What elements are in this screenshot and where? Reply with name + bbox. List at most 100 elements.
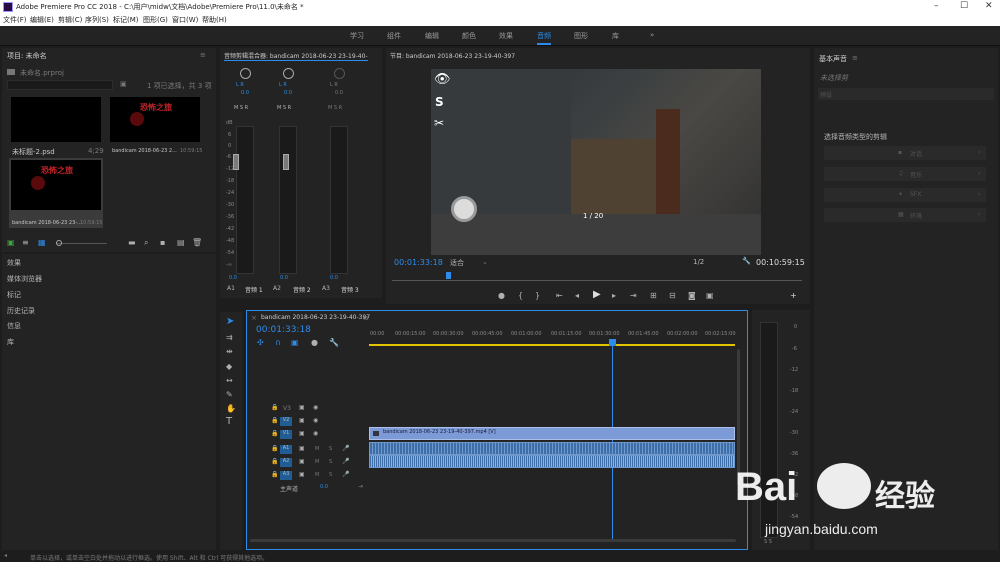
sync-lock-icon[interactable]: ▣ bbox=[299, 430, 305, 438]
track-h-scrollbar[interactable] bbox=[250, 539, 430, 542]
project-search-input[interactable] bbox=[7, 80, 113, 90]
sync-lock-icon[interactable]: ▣ bbox=[299, 404, 305, 412]
menu-edit[interactable]: 编辑(E) bbox=[30, 15, 54, 25]
lock-icon[interactable]: 🔒 bbox=[271, 430, 278, 438]
mute-button[interactable]: M bbox=[315, 459, 319, 465]
panel-menu-icon[interactable]: ≡ bbox=[852, 54, 858, 62]
project-item-sequence[interactable]: 恐怖之旅 bbox=[11, 160, 101, 210]
timeline-menu-icon[interactable]: ≡ bbox=[363, 314, 369, 322]
type-dialogue-button[interactable]: ▪ 对话 › bbox=[824, 146, 986, 160]
ws-learn[interactable]: 学习 bbox=[350, 31, 364, 41]
maximize-button[interactable]: ☐ bbox=[960, 1, 968, 11]
channel-msr[interactable]: M S R bbox=[328, 105, 342, 111]
project-item-psd[interactable] bbox=[11, 97, 101, 142]
menu-file[interactable]: 文件(F) bbox=[3, 15, 27, 25]
channel-msr[interactable]: M S R bbox=[277, 105, 291, 111]
eye-toggle-icon[interactable]: ◉ bbox=[313, 404, 318, 412]
solo-button[interactable]: S bbox=[329, 472, 332, 478]
ws-assembly[interactable]: 组件 bbox=[387, 31, 401, 41]
timeline-close-icon[interactable]: × bbox=[251, 314, 257, 322]
bin-icon[interactable]: ▬ bbox=[128, 239, 136, 247]
timeline-ruler[interactable]: 00:00 00:00:15:00 00:00:30:00 00:00:45:0… bbox=[369, 328, 737, 348]
preset-dropdown[interactable]: 预设 bbox=[818, 88, 994, 100]
new-item-icon[interactable]: ▤ bbox=[177, 239, 185, 247]
zoom-slider-handle[interactable] bbox=[56, 240, 62, 246]
panel-info[interactable]: 信息 bbox=[7, 321, 21, 331]
pan-knob-icon[interactable] bbox=[240, 68, 251, 79]
ws-color[interactable]: 颜色 bbox=[462, 31, 476, 41]
solo-button[interactable]: S bbox=[329, 459, 332, 465]
trash-icon[interactable]: 🗑 bbox=[192, 239, 202, 247]
fit-dropdown-chevron-icon[interactable]: ⌄ bbox=[482, 258, 488, 266]
mark-out-icon[interactable]: } bbox=[535, 292, 540, 300]
play-icon[interactable]: ▶ bbox=[593, 290, 601, 300]
go-to-out-icon[interactable]: ⇥ bbox=[630, 292, 637, 300]
mark-in-icon[interactable]: { bbox=[518, 292, 523, 300]
search-icon[interactable]: ⌕ bbox=[144, 239, 148, 247]
minimize-button[interactable]: – bbox=[934, 1, 939, 11]
lock-icon[interactable]: 🔒 bbox=[271, 458, 278, 466]
extract-icon[interactable]: ⊟ bbox=[669, 292, 676, 300]
program-scrub-bar[interactable] bbox=[392, 280, 802, 281]
project-item-video[interactable]: 恐怖之旅 bbox=[110, 97, 200, 142]
pen-tool-icon[interactable]: ✎ bbox=[226, 391, 233, 399]
slip-tool-icon[interactable]: ↔ bbox=[226, 377, 233, 385]
quality-dropdown[interactable]: 1/2 bbox=[693, 258, 704, 266]
type-ambience-button[interactable]: ▦ 环境 › bbox=[824, 208, 986, 222]
lock-icon[interactable]: ▣ bbox=[7, 239, 15, 247]
ws-more-button[interactable]: » bbox=[650, 31, 654, 39]
lock-icon[interactable]: 🔒 bbox=[271, 445, 278, 453]
ws-effects[interactable]: 效果 bbox=[499, 31, 513, 41]
timeline-timecode[interactable]: 00:01:33:18 bbox=[256, 325, 311, 335]
menu-window[interactable]: 窗口(W) bbox=[172, 15, 198, 25]
channel-fader[interactable] bbox=[283, 154, 289, 170]
wrench-icon[interactable]: 🔧 bbox=[742, 257, 751, 265]
sync-lock-icon[interactable]: ▣ bbox=[299, 458, 305, 466]
eye-toggle-icon[interactable]: ◉ bbox=[313, 430, 318, 438]
step-forward-icon[interactable]: ▸ bbox=[612, 292, 616, 300]
lock-icon[interactable]: 🔒 bbox=[271, 417, 278, 425]
settings-wrench-icon[interactable]: 🔧 bbox=[329, 339, 339, 347]
go-to-end-icon[interactable]: ⇥ bbox=[358, 483, 363, 490]
panel-menu-icon[interactable]: ≡ bbox=[200, 51, 206, 59]
compare-icon[interactable]: ▣ bbox=[706, 292, 714, 300]
video-clip[interactable]: bandicam 2018-06-23 23-19-40-397.mp4 [V] bbox=[369, 427, 735, 440]
program-playhead[interactable] bbox=[446, 272, 451, 279]
icon-view-icon[interactable]: ▦ bbox=[38, 239, 46, 247]
add-marker-icon[interactable]: ● bbox=[311, 339, 318, 347]
audio-clip-a1[interactable] bbox=[369, 442, 735, 455]
ws-audio[interactable]: 音频 bbox=[537, 31, 551, 45]
lift-icon[interactable]: ⊞ bbox=[650, 292, 657, 300]
panel-markers[interactable]: 标记 bbox=[7, 290, 21, 300]
fit-dropdown[interactable]: 适合 bbox=[450, 258, 464, 268]
panel-media-browser[interactable]: 媒体浏览器 bbox=[7, 274, 42, 284]
new-folder-icon[interactable]: ▪ bbox=[160, 239, 165, 247]
type-music-button[interactable]: ♫ 音乐 › bbox=[824, 167, 986, 181]
eye-toggle-icon[interactable]: ◉ bbox=[313, 417, 318, 425]
sync-lock-icon[interactable]: ▣ bbox=[299, 445, 305, 453]
nest-icon[interactable]: ▣ bbox=[291, 339, 299, 347]
panel-history[interactable]: 历史记录 bbox=[7, 306, 35, 316]
audio-clip-a2[interactable] bbox=[369, 455, 735, 468]
program-timecode[interactable]: 00:01:33:18 bbox=[394, 258, 443, 267]
step-back-icon[interactable]: ◂ bbox=[575, 292, 579, 300]
solo-button[interactable]: S bbox=[329, 446, 332, 452]
menu-graphics[interactable]: 图形(G) bbox=[143, 15, 168, 25]
selection-tool-icon[interactable]: ➤ bbox=[226, 317, 234, 327]
mute-button[interactable]: M bbox=[315, 446, 319, 452]
go-to-in-icon[interactable]: ⇤ bbox=[556, 292, 563, 300]
menu-clip[interactable]: 剪辑(C) bbox=[58, 15, 82, 25]
mic-icon[interactable]: 🎤 bbox=[342, 471, 349, 479]
panel-libraries[interactable]: 库 bbox=[7, 337, 14, 347]
pan-knob-icon[interactable] bbox=[334, 68, 345, 79]
snap-icon[interactable]: ✣ bbox=[257, 339, 264, 347]
zoom-slider[interactable] bbox=[57, 243, 107, 244]
mic-icon[interactable]: 🎤 bbox=[342, 445, 349, 453]
linked-select-icon[interactable]: ∩ bbox=[275, 339, 281, 347]
sync-lock-icon[interactable]: ▣ bbox=[299, 471, 305, 479]
track-select-tool-icon[interactable]: ⇉ bbox=[226, 334, 233, 342]
timeline-playhead-handle[interactable] bbox=[609, 339, 616, 346]
new-bin-icon[interactable]: ▣ bbox=[120, 80, 127, 88]
channel-msr[interactable]: M S R bbox=[234, 105, 248, 111]
menu-sequence[interactable]: 序列(S) bbox=[85, 15, 109, 25]
